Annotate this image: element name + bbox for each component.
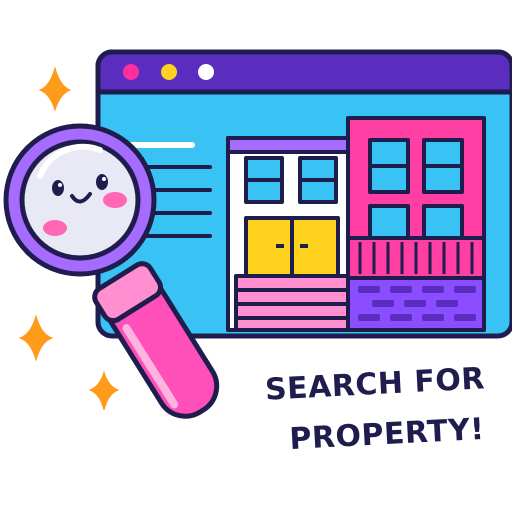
window-dot-pink — [123, 64, 139, 80]
window-dot-white — [198, 64, 214, 80]
window-dot-yellow — [161, 64, 177, 80]
building-icon — [226, 116, 486, 332]
